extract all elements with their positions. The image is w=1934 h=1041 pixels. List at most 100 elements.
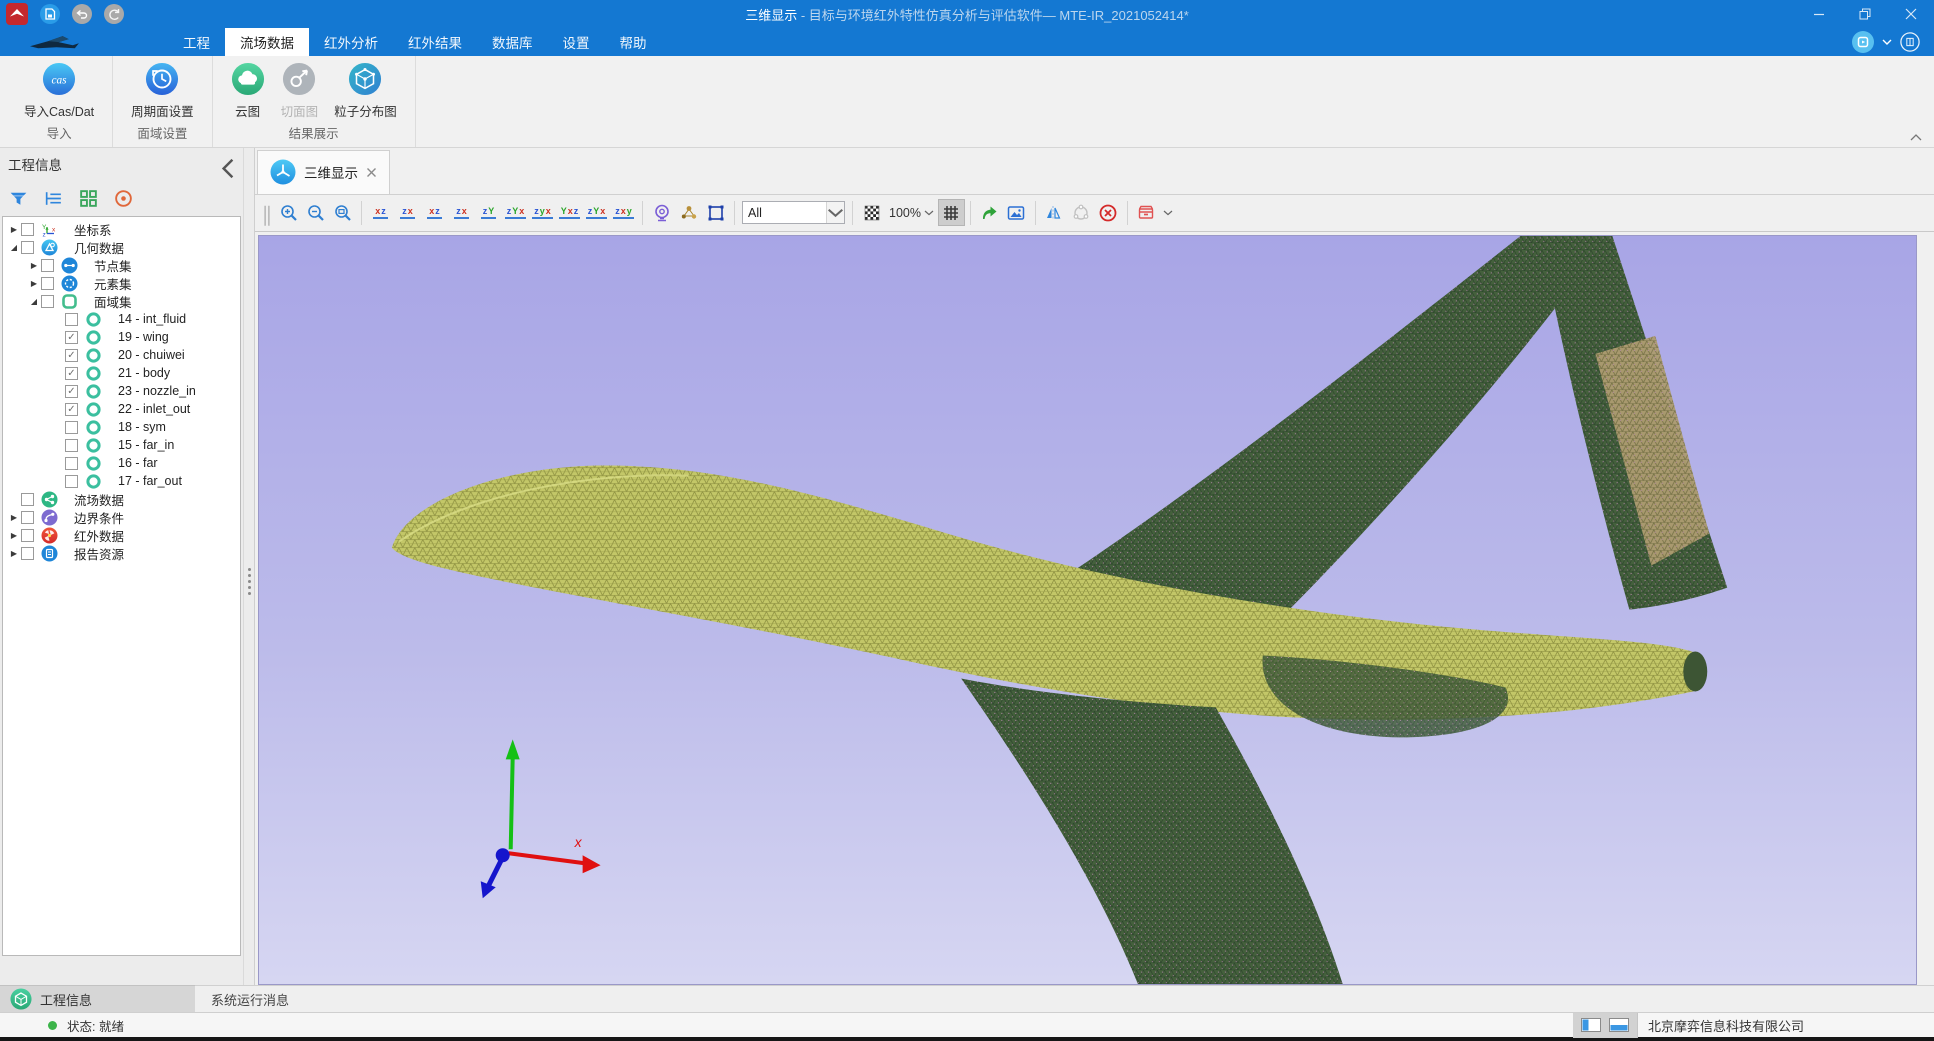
export-button[interactable] bbox=[976, 199, 1003, 226]
zoom-in-button[interactable] bbox=[275, 199, 302, 226]
tree-item-element-set[interactable]: ▶元素集 bbox=[3, 274, 240, 292]
transparency-button[interactable] bbox=[858, 199, 885, 226]
grid-toggle-button[interactable] bbox=[938, 199, 965, 226]
tree-checkbox[interactable] bbox=[21, 241, 34, 254]
menu-item-3[interactable]: 红外分析 bbox=[309, 28, 393, 56]
project-info-bottom-tab[interactable]: 工程信息 bbox=[0, 985, 195, 1012]
tree-expander-icon[interactable]: ▶ bbox=[7, 225, 21, 234]
view-right-button[interactable]: zx bbox=[448, 199, 475, 226]
tree-expander-icon[interactable]: ▶ bbox=[7, 549, 21, 558]
menu-item-5[interactable]: 数据库 bbox=[477, 28, 548, 56]
tree-checkbox[interactable] bbox=[21, 547, 34, 560]
tree-item-surf-15[interactable]: 15 - far_in bbox=[3, 436, 240, 454]
tree-checkbox[interactable] bbox=[41, 277, 54, 290]
tree-checkbox[interactable] bbox=[65, 385, 78, 398]
view-bottom-button[interactable]: zYx bbox=[502, 199, 529, 226]
minimize-button[interactable] bbox=[1796, 0, 1842, 28]
view-iso-3-button[interactable]: zYx bbox=[583, 199, 610, 226]
list-view-button[interactable] bbox=[43, 188, 64, 209]
tree-expander-icon[interactable]: ◢ bbox=[27, 297, 41, 306]
tree-checkbox[interactable] bbox=[65, 313, 78, 326]
view-left-button[interactable]: xz bbox=[421, 199, 448, 226]
panel-collapse-button[interactable] bbox=[221, 158, 235, 171]
tree-item-surf-21[interactable]: 21 - body bbox=[3, 364, 240, 382]
ribbon-button-云图[interactable]: 云图 bbox=[225, 62, 271, 120]
tree-expander-icon[interactable]: ◢ bbox=[7, 243, 21, 252]
tree-checkbox[interactable] bbox=[65, 421, 78, 434]
tree-checkbox[interactable] bbox=[65, 439, 78, 452]
tree-item-surf-17[interactable]: 17 - far_out bbox=[3, 472, 240, 490]
menu-item-2[interactable]: 流场数据 bbox=[225, 28, 309, 56]
tree-checkbox[interactable] bbox=[65, 475, 78, 488]
combo-dropdown-icon[interactable] bbox=[826, 202, 844, 223]
view-iso-1-button[interactable]: zyx bbox=[529, 199, 556, 226]
restore-button[interactable] bbox=[1842, 0, 1888, 28]
circle-nodes-button[interactable] bbox=[1068, 199, 1095, 226]
save-button[interactable] bbox=[40, 4, 60, 24]
mirror-button[interactable] bbox=[1041, 199, 1068, 226]
undo-button[interactable] bbox=[72, 4, 92, 24]
ribbon-button-切面图[interactable]: 切面图 bbox=[275, 62, 325, 120]
chevron-down-icon[interactable] bbox=[1882, 39, 1892, 45]
ribbon-button-周期面设置[interactable]: 周期面设置 bbox=[125, 62, 200, 120]
tree-item-report-res[interactable]: ▶报告资源 bbox=[3, 544, 240, 562]
display-filter-combo[interactable]: All bbox=[742, 201, 845, 224]
panel-splitter[interactable] bbox=[243, 148, 255, 985]
viewport-3d[interactable]: x bbox=[258, 235, 1917, 985]
view-iso-4-button[interactable]: zxy bbox=[610, 199, 637, 226]
tree-checkbox[interactable] bbox=[65, 457, 78, 470]
box-select-button[interactable] bbox=[702, 199, 729, 226]
tree-item-node-set[interactable]: ▶节点集 bbox=[3, 256, 240, 274]
clear-view-button[interactable] bbox=[1095, 199, 1122, 226]
filter-button[interactable] bbox=[8, 188, 29, 209]
tree-expander-icon[interactable]: ▶ bbox=[27, 261, 41, 270]
tab-close-icon[interactable] bbox=[366, 167, 377, 178]
view-iso-2-button[interactable]: Yxz bbox=[556, 199, 583, 226]
tree-checkbox[interactable] bbox=[21, 223, 34, 236]
tree-checkbox[interactable] bbox=[41, 295, 54, 308]
tree-item-surf-18[interactable]: 18 - sym bbox=[3, 418, 240, 436]
tree-item-surf-22[interactable]: 22 - inlet_out bbox=[3, 400, 240, 418]
tree-item-infrared-data[interactable]: ▶红外数据 bbox=[3, 526, 240, 544]
tree-checkbox[interactable] bbox=[65, 403, 78, 416]
menu-item-1[interactable]: 工程 bbox=[168, 28, 225, 56]
menu-item-4[interactable]: 红外结果 bbox=[393, 28, 477, 56]
tree-expander-icon[interactable]: ▶ bbox=[27, 279, 41, 288]
ribbon-button-粒子分布图[interactable]: 粒子分布图 bbox=[328, 62, 403, 120]
zoom-out-button[interactable] bbox=[302, 199, 329, 226]
tree-checkbox[interactable] bbox=[65, 331, 78, 344]
menu-item-6[interactable]: 设置 bbox=[548, 28, 605, 56]
tree-checkbox[interactable] bbox=[21, 529, 34, 542]
tree-item-surf-19[interactable]: 19 - wing bbox=[3, 328, 240, 346]
tree-item-surf-20[interactable]: 20 - chuiwei bbox=[3, 346, 240, 364]
particle-trace-button[interactable] bbox=[675, 199, 702, 226]
tree-item-surf-23[interactable]: 23 - nozzle_in bbox=[3, 382, 240, 400]
grid-view-button[interactable] bbox=[78, 188, 99, 209]
redo-button[interactable] bbox=[104, 4, 124, 24]
display-mode-button[interactable] bbox=[1852, 31, 1874, 53]
tree-item-face-set[interactable]: ◢面域集 bbox=[3, 292, 240, 310]
tree-checkbox[interactable] bbox=[65, 367, 78, 380]
layout-left-panel-button[interactable] bbox=[1581, 1018, 1601, 1032]
zoom-level-select[interactable]: 100% bbox=[885, 206, 938, 220]
archive-button[interactable] bbox=[1133, 199, 1160, 226]
tab-3d-view[interactable]: 三维显示 bbox=[257, 150, 390, 194]
archive-dropdown-button[interactable] bbox=[1160, 199, 1176, 226]
view-top-button[interactable]: zY bbox=[475, 199, 502, 226]
tree-item-coord-system[interactable]: ▶Yzx坐标系 bbox=[3, 220, 240, 238]
ribbon-collapse-button[interactable] bbox=[1910, 134, 1922, 141]
tree-expander-icon[interactable]: ▶ bbox=[7, 531, 21, 540]
ribbon-button-导入Cas/Dat[interactable]: cas导入Cas/Dat bbox=[18, 62, 100, 120]
help-book-button[interactable] bbox=[1900, 32, 1920, 52]
tree-item-flow-data[interactable]: 流场数据 bbox=[3, 490, 240, 508]
close-button[interactable] bbox=[1888, 0, 1934, 28]
layout-bottom-panel-button[interactable] bbox=[1609, 1018, 1629, 1032]
tree-item-boundary[interactable]: ▶边界条件 bbox=[3, 508, 240, 526]
tree-item-surf-14[interactable]: 14 - int_fluid bbox=[3, 310, 240, 328]
menu-item-7[interactable]: 帮助 bbox=[605, 28, 662, 56]
view-front-button[interactable]: zx bbox=[394, 199, 421, 226]
tree-checkbox[interactable] bbox=[65, 349, 78, 362]
zoom-window-button[interactable] bbox=[329, 199, 356, 226]
tree-checkbox[interactable] bbox=[21, 493, 34, 506]
snapshot-button[interactable] bbox=[1003, 199, 1030, 226]
